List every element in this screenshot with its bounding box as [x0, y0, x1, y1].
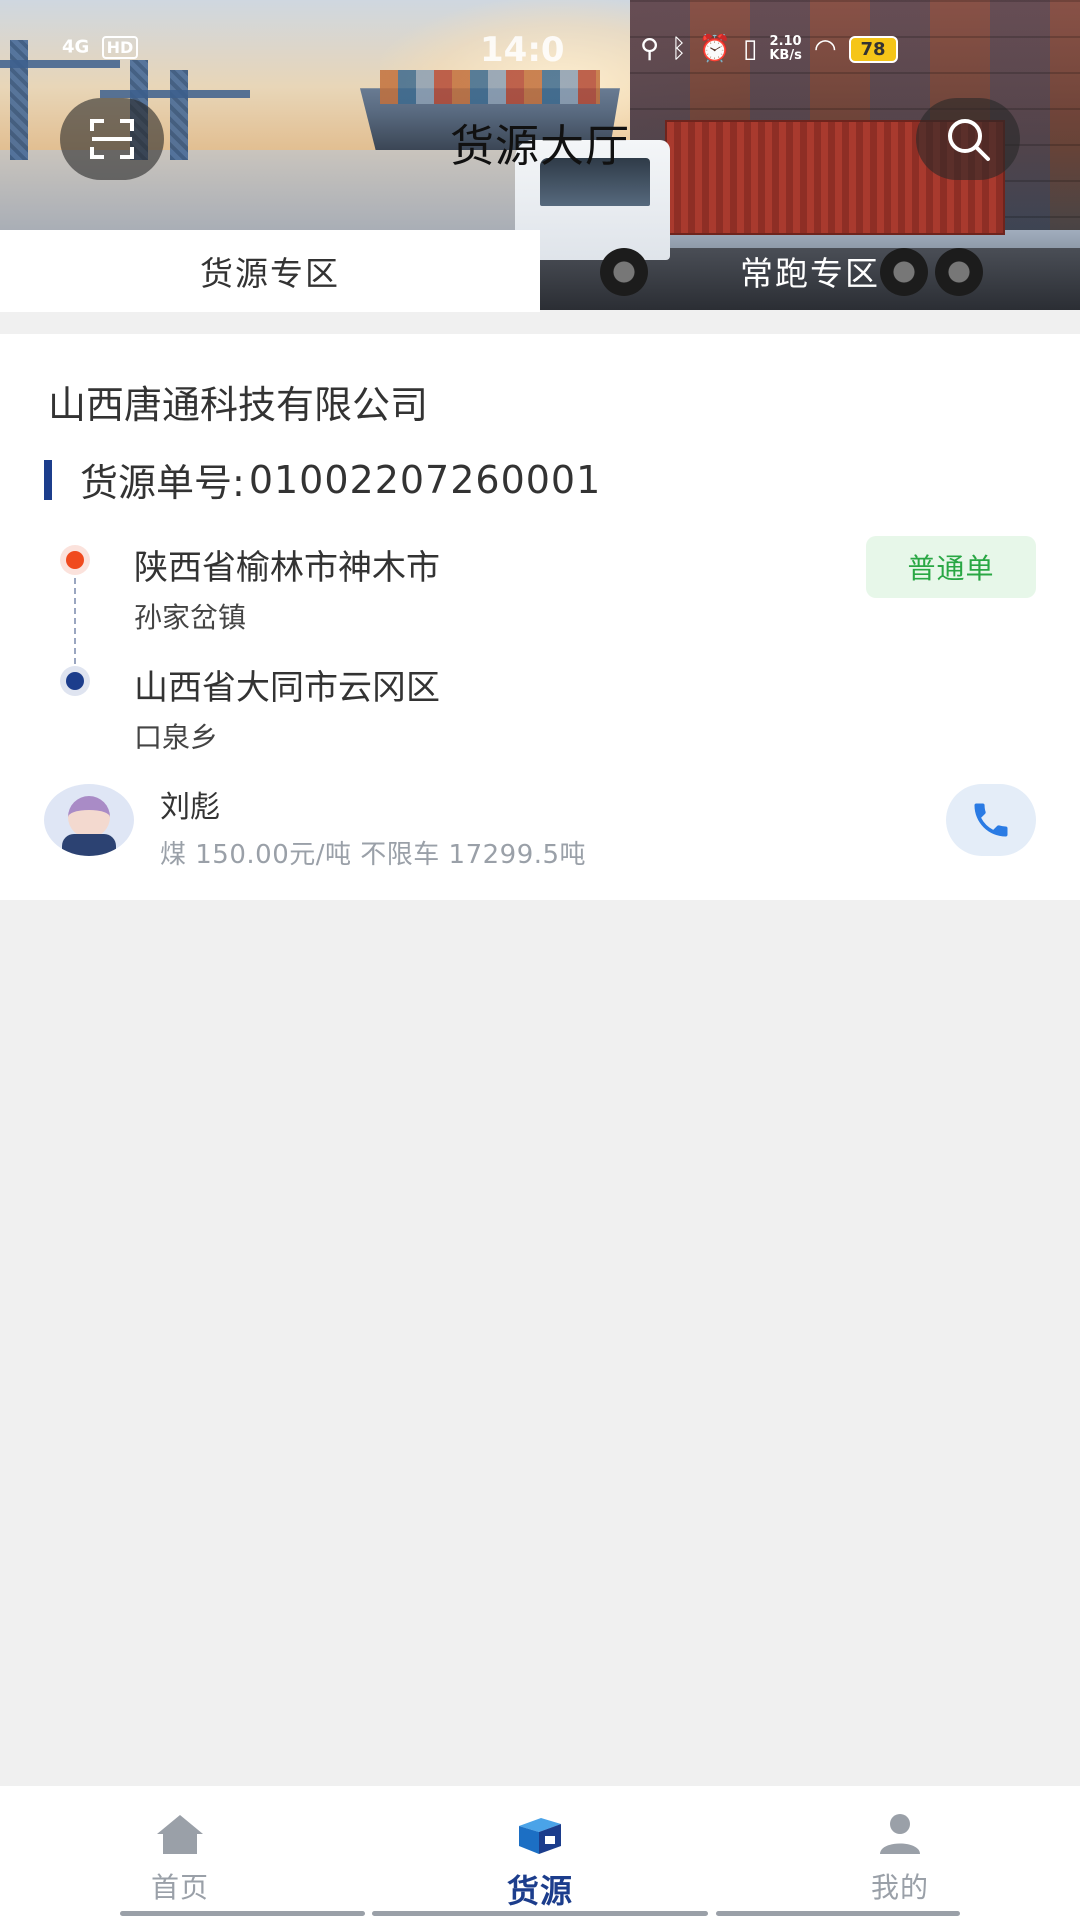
nav-cargo[interactable]: 货源	[440, 1810, 640, 1912]
order-number-value: 01002207260001	[248, 457, 602, 502]
banner-ship-containers	[380, 70, 600, 104]
nav-divider	[120, 1911, 365, 1916]
call-button[interactable]	[946, 784, 1036, 856]
network-speed: 2.10 KB/s	[769, 35, 801, 63]
battery-indicator: 78	[848, 35, 898, 63]
nav-home[interactable]: 首页	[80, 1810, 280, 1906]
order-number-label: 货源单号:	[80, 461, 245, 505]
phone-icon	[974, 803, 1008, 837]
order-type-badge: 普通单	[866, 536, 1036, 598]
origin-address: 陕西省榆林市神木市	[134, 548, 440, 588]
company-name: 山西唐通科技有限公司	[48, 383, 429, 427]
avatar-head	[68, 796, 110, 838]
clock: 14:0	[480, 30, 565, 70]
nav-mine[interactable]: 我的	[800, 1810, 1000, 1906]
origin-town: 孙家岔镇	[134, 601, 247, 634]
vibrate-icon: ▯	[743, 34, 758, 64]
bottom-navigation: 首页 货源 我的	[0, 1786, 1080, 1920]
home-icon	[157, 1815, 203, 1854]
cargo-details: 煤 150.00元/吨 不限车 17299.5吨	[160, 840, 587, 870]
cargo-card[interactable]: 山西唐通科技有限公司 货源单号: 01002207260001 陕西省榆林市神木…	[0, 334, 1080, 900]
destination-town: 口泉乡	[134, 721, 219, 754]
alarm-icon: ⏰	[698, 34, 732, 64]
tab-cargo-zone[interactable]: 货源专区	[0, 230, 540, 312]
hd-badge: HD	[101, 36, 139, 59]
status-bar: 4G HD 14:0 ⚲ ᛒ ⏰ ▯ 2.10 KB/s ◠ 78	[0, 30, 1080, 74]
order-number-row: 货源单号: 01002207260001	[44, 452, 601, 507]
banner-crane-arm	[100, 90, 250, 98]
avatar	[44, 784, 134, 856]
nav-divider	[372, 1911, 708, 1916]
cargo-box-icon	[519, 1818, 561, 1854]
nav-cargo-icon-wrap	[440, 1810, 640, 1856]
destination-address: 山西省大同市云冈区	[134, 668, 440, 708]
status-icons: ⚲ ᛒ ⏰ ▯ 2.10 KB/s ◠ 78	[640, 34, 898, 64]
user-icon	[880, 1814, 920, 1854]
nav-mine-icon-wrap	[800, 1810, 1000, 1856]
bluetooth-icon: ᛒ	[671, 34, 687, 64]
speed-unit: KB/s	[769, 48, 802, 63]
signal-label: 4G	[62, 36, 90, 58]
contact-name: 刘彪	[160, 790, 220, 825]
order-accent-bar	[44, 459, 52, 500]
destination-dot-icon	[60, 666, 90, 696]
origin-dot-icon	[60, 545, 90, 575]
search-icon	[948, 119, 990, 161]
wifi-icon: ◠	[813, 34, 837, 64]
tab-regular-route-zone[interactable]: 常跑专区	[540, 230, 1080, 312]
nav-cargo-label: 货源	[506, 1872, 573, 1910]
route-connector	[74, 578, 76, 664]
speed-value: 2.10	[769, 34, 802, 49]
signal-indicator: 4G HD	[62, 36, 139, 59]
avatar-body	[62, 834, 116, 856]
location-icon: ⚲	[640, 34, 660, 64]
search-button[interactable]	[916, 98, 1020, 180]
nav-mine-label: 我的	[870, 1871, 929, 1904]
nav-divider	[716, 1911, 960, 1916]
nav-home-label: 首页	[150, 1871, 209, 1904]
nav-home-icon-wrap	[80, 1810, 280, 1856]
